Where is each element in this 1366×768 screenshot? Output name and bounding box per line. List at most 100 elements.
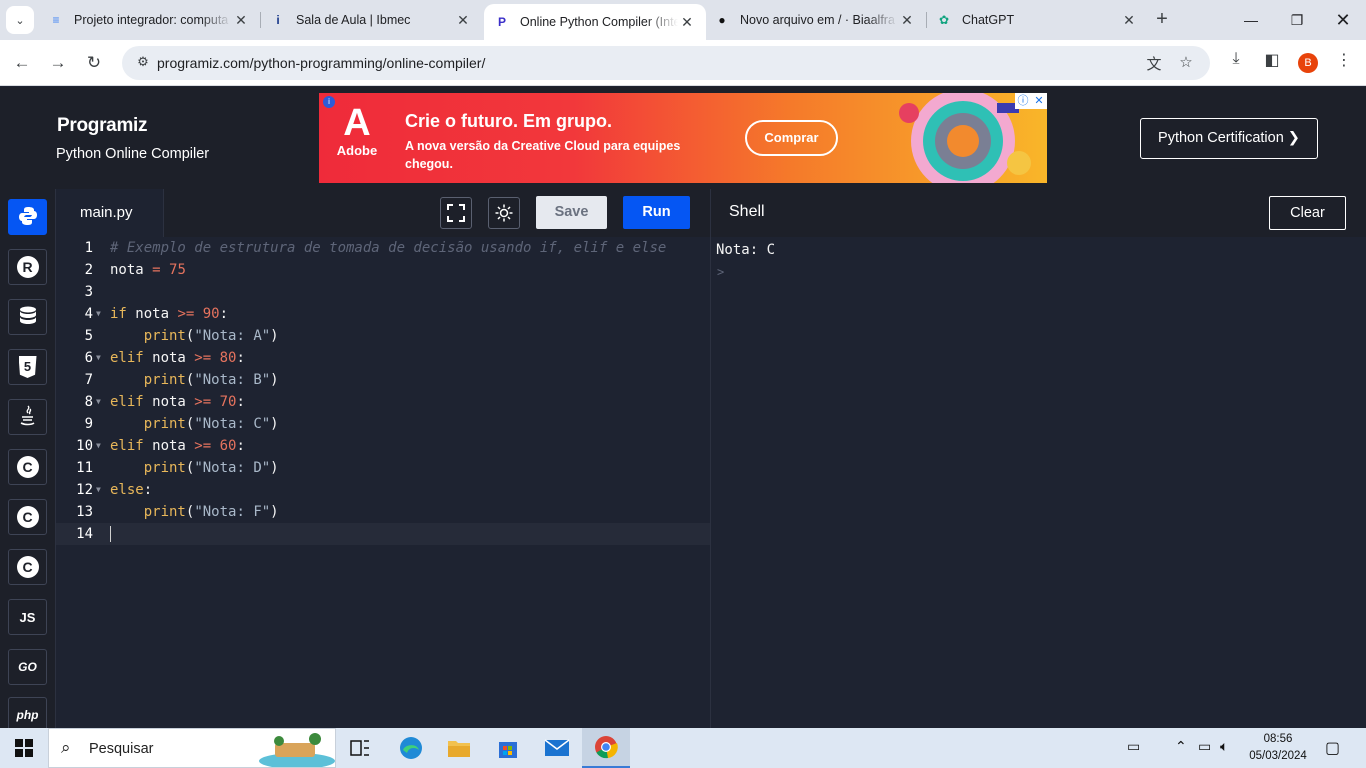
- store-taskbar-button[interactable]: [484, 728, 532, 768]
- close-tab-icon[interactable]: ✕: [1120, 11, 1138, 29]
- fullscreen-button[interactable]: [440, 197, 472, 229]
- volume-icon[interactable]: 🔈︎: [1220, 738, 1228, 755]
- language-csharp-button[interactable]: C: [8, 549, 47, 585]
- mail-taskbar-button[interactable]: [533, 728, 581, 768]
- code-line[interactable]: 14: [56, 523, 710, 545]
- code-token: nota: [143, 394, 195, 410]
- ad-close-icon[interactable]: ✕: [1031, 93, 1047, 109]
- windows-taskbar: ⌕ Pesquisar ▭ ⌃ ▭ 🔈︎ 08:56 05/03/2024 ▢: [0, 728, 1366, 768]
- code-text: # Exemplo de estrutura de tomada de deci…: [110, 237, 666, 259]
- code-token: :: [219, 306, 229, 322]
- fold-arrow-icon[interactable]: ▼: [96, 391, 101, 413]
- taskbar-clock[interactable]: 08:56 05/03/2024: [1243, 731, 1313, 765]
- code-token: :: [236, 394, 245, 410]
- code-text: nota = 75: [110, 259, 186, 281]
- shell-output-panel[interactable]: Nota: C >: [710, 237, 1366, 728]
- menu-kebab-icon[interactable]: ⋮: [1332, 50, 1356, 76]
- code-line[interactable]: 12 ▼ else:: [56, 479, 710, 501]
- ad-cta-button[interactable]: Comprar: [745, 120, 838, 156]
- restore-button[interactable]: ❐: [1274, 0, 1320, 40]
- bookmark-star-icon[interactable]: ☆: [1176, 53, 1196, 73]
- language-go-button[interactable]: GO: [8, 649, 47, 685]
- tray-overflow-icon[interactable]: ⌃: [1175, 738, 1187, 755]
- language-java-button[interactable]: [8, 399, 47, 435]
- chevron-down-icon: ⌄: [15, 14, 25, 27]
- close-tab-icon[interactable]: ✕: [232, 11, 250, 29]
- new-tab-button[interactable]: +: [1150, 8, 1174, 32]
- network-icon[interactable]: ▭: [1198, 738, 1211, 755]
- code-line[interactable]: 7 print("Nota: B"): [56, 369, 710, 391]
- code-line[interactable]: 3: [56, 281, 710, 303]
- shell-output-text: Nota: C: [716, 242, 776, 258]
- fold-arrow-icon[interactable]: ▼: [96, 347, 101, 369]
- browser-tab[interactable]: ● Novo arquivo em / · Biaalfra ✕: [704, 4, 926, 36]
- fold-arrow-icon[interactable]: ▼: [96, 303, 101, 325]
- profile-avatar[interactable]: B: [1298, 53, 1318, 73]
- code-line[interactable]: 4 ▼ if nota >= 90:: [56, 303, 710, 325]
- file-tab-main[interactable]: main.py: [56, 189, 164, 237]
- code-line[interactable]: 13 print("Nota: F"): [56, 501, 710, 523]
- start-button[interactable]: [0, 728, 48, 768]
- code-line[interactable]: 9 print("Nota: C"): [56, 413, 710, 435]
- run-button[interactable]: Run: [623, 196, 690, 229]
- site-info-icon[interactable]: ⚙: [134, 54, 152, 72]
- back-button[interactable]: ←: [8, 49, 36, 77]
- ad-choices[interactable]: ⓘ ✕: [1015, 93, 1047, 109]
- language-r-button[interactable]: R: [8, 249, 47, 285]
- fold-arrow-icon[interactable]: ▼: [96, 479, 101, 501]
- browser-tab[interactable]: P Online Python Compiler (Inte ✕: [484, 4, 706, 40]
- clear-button[interactable]: Clear: [1269, 196, 1346, 230]
- language-sql-button[interactable]: [8, 299, 47, 335]
- python-certification-button[interactable]: Python Certification ❯: [1140, 118, 1318, 159]
- fold-arrow-icon[interactable]: ▼: [96, 435, 101, 457]
- adchoices-icon[interactable]: ⓘ: [1015, 93, 1031, 109]
- side-panel-icon[interactable]: ◧: [1260, 50, 1284, 76]
- news-widget-icon[interactable]: ▭: [1127, 738, 1140, 755]
- line-number: 12: [76, 482, 93, 498]
- close-tab-icon[interactable]: ✕: [898, 11, 916, 29]
- task-view-button[interactable]: [336, 728, 384, 768]
- code-line[interactable]: 1 # Exemplo de estrutura de tomada de dec…: [56, 237, 710, 259]
- save-button[interactable]: Save: [536, 196, 607, 229]
- translate-icon[interactable]: 文: [1144, 53, 1164, 73]
- code-editor[interactable]: 1 # Exemplo de estrutura de tomada de dec…: [56, 237, 710, 728]
- close-tab-icon[interactable]: ✕: [678, 13, 696, 31]
- notifications-icon[interactable]: ▢: [1325, 738, 1340, 758]
- language-cpp-button[interactable]: C: [8, 499, 47, 535]
- chrome-taskbar-button[interactable]: [582, 728, 630, 768]
- code-line[interactable]: 5 print("Nota: A"): [56, 325, 710, 347]
- browser-tab[interactable]: ✿ ChatGPT ✕: [926, 4, 1148, 36]
- address-bar[interactable]: ⚙ programiz.com/python-programming/onlin…: [122, 46, 1210, 80]
- code-line[interactable]: 10 ▼ elif nota >= 60:: [56, 435, 710, 457]
- ad-banner[interactable]: i A Adobe Crie o futuro. Em grupo. A nov…: [319, 93, 1047, 183]
- browser-tab[interactable]: ≡ Projeto integrador: computa ✕: [38, 4, 260, 36]
- code-line[interactable]: 11 print("Nota: D"): [56, 457, 710, 479]
- tab-search-button[interactable]: ⌄: [6, 6, 34, 34]
- file-explorer-taskbar-button[interactable]: [435, 728, 483, 768]
- code-line[interactable]: 2 nota = 75: [56, 259, 710, 281]
- download-icon[interactable]: ⤓: [1224, 50, 1248, 76]
- browser-tab[interactable]: i Sala de Aula | Ibmec ✕: [260, 4, 482, 36]
- code-line[interactable]: 8 ▼ elif nota >= 70:: [56, 391, 710, 413]
- code-line[interactable]: 6 ▼ elif nota >= 80:: [56, 347, 710, 369]
- theme-toggle-button[interactable]: [488, 197, 520, 229]
- language-html-button[interactable]: 5: [8, 349, 47, 385]
- edge-taskbar-button[interactable]: [387, 728, 435, 768]
- close-tab-icon[interactable]: ✕: [454, 11, 472, 29]
- code-token: ): [270, 504, 279, 520]
- close-window-button[interactable]: ✕: [1320, 0, 1366, 40]
- url-text[interactable]: programiz.com/python-programming/online-…: [157, 55, 485, 71]
- language-c-button[interactable]: C: [8, 449, 47, 485]
- ad-title: Crie o futuro. Em grupo.: [405, 111, 612, 131]
- forward-button[interactable]: →: [44, 49, 72, 77]
- language-python-button[interactable]: [8, 199, 47, 235]
- reload-button[interactable]: ↻: [80, 49, 108, 77]
- taskbar-search[interactable]: ⌕ Pesquisar: [48, 728, 336, 768]
- minimize-button[interactable]: —: [1228, 0, 1274, 40]
- language-js-button[interactable]: JS: [8, 599, 47, 635]
- shell-prompt[interactable]: >: [717, 261, 724, 283]
- programiz-logo[interactable]: Programiz: [57, 115, 148, 137]
